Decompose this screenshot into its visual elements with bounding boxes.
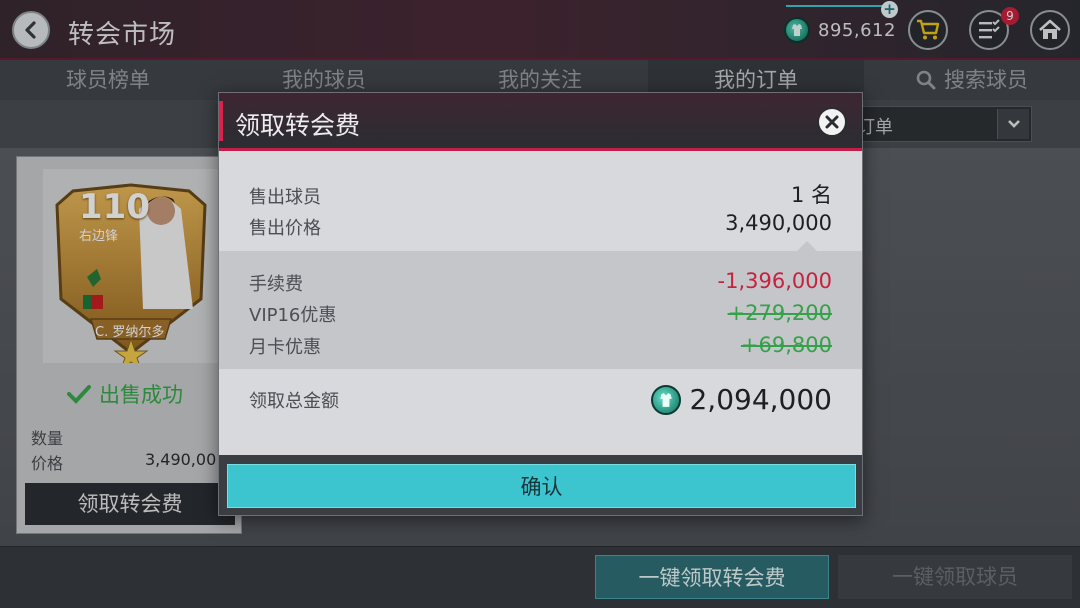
confirm-button[interactable]: 确认: [227, 464, 856, 508]
monthly-card-value: +69,800: [740, 333, 832, 357]
close-icon: [825, 115, 839, 129]
dialog-title: 领取转会费: [235, 111, 361, 140]
sold-players-label: 售出球员: [249, 187, 321, 208]
fee-label: 手续费: [249, 274, 303, 295]
total-amount: 2,094,000: [651, 383, 832, 416]
sold-price-label: 售出价格: [249, 218, 321, 239]
total-amount-value: 2,094,000: [689, 383, 832, 416]
fees-section: 手续费 -1,396,000 VIP16优惠 +279,200 月卡优惠 +69…: [219, 251, 862, 369]
vip-discount-label: VIP16优惠: [249, 305, 337, 326]
coin-icon: [651, 384, 682, 415]
header-accent-bar: [219, 101, 223, 141]
caret-pointer: [797, 241, 817, 251]
close-button[interactable]: [817, 107, 847, 137]
total-label: 领取总金额: [249, 391, 339, 412]
vip-discount-value: +279,200: [727, 301, 832, 325]
sold-price-value: 3,490,000: [725, 211, 832, 235]
fee-value: -1,396,000: [717, 269, 832, 293]
dialog-header: 领取转会费: [219, 93, 862, 151]
sold-players-value: 1 名: [790, 183, 832, 207]
dialog-footer: 确认: [219, 455, 862, 515]
claim-fee-dialog: 领取转会费 售出球员 1 名 售出价格 3,490,000 手续费 -1,396…: [218, 92, 863, 516]
monthly-card-label: 月卡优惠: [249, 337, 321, 358]
